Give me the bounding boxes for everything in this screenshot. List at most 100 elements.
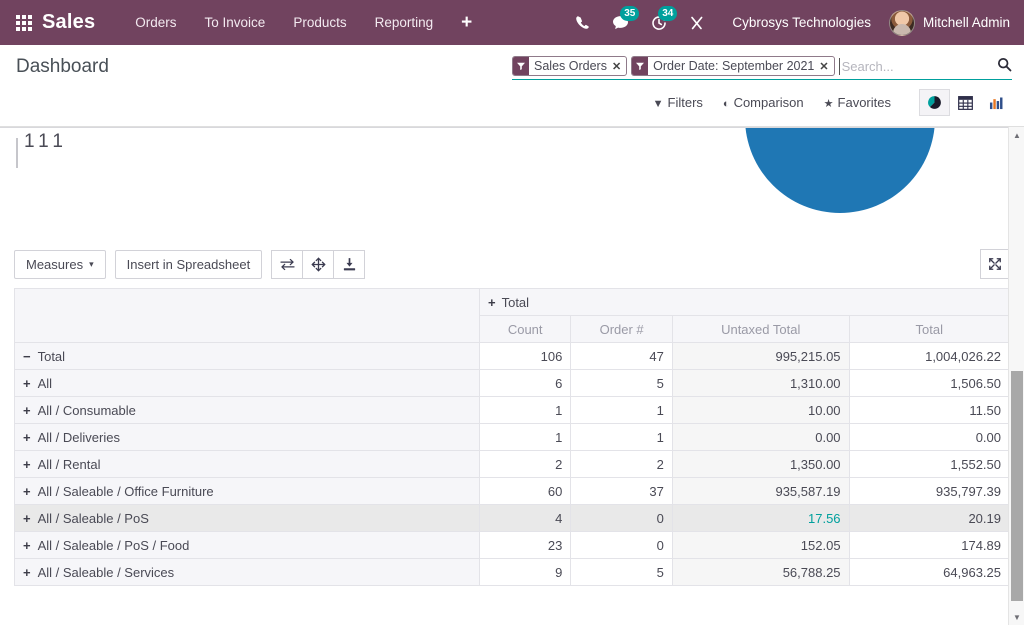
table-row: +All / Saleable / PoS4017.5620.19 — [15, 505, 1010, 532]
pivot-cell[interactable]: 1,506.50 — [849, 370, 1009, 397]
pivot-cell[interactable]: 5 — [571, 559, 673, 586]
expand-plus-icon: + — [23, 430, 31, 445]
messages-icon[interactable]: 35 — [601, 0, 640, 45]
close-icon[interactable]: ✕ — [819, 57, 833, 75]
pivot-table-wrapper: +Total Count Order # Untaxed Total Total… — [0, 279, 1024, 586]
activities-icon[interactable]: 34 — [640, 0, 678, 45]
measure-header-count[interactable]: Count — [480, 316, 571, 343]
scroll-down-arrow-icon[interactable]: ▼ — [1009, 609, 1024, 625]
pivot-table: +Total Count Order # Untaxed Total Total… — [14, 288, 1010, 586]
pivot-row-header[interactable]: +All / Rental — [15, 451, 480, 478]
pivot-cell[interactable]: 935,797.39 — [849, 478, 1009, 505]
avatar — [889, 10, 915, 36]
pivot-cell[interactable]: 56,788.25 — [672, 559, 849, 586]
pivot-cell[interactable]: 995,215.05 — [672, 343, 849, 370]
pivot-cell[interactable]: 1 — [571, 424, 673, 451]
app-brand-sales[interactable]: Sales — [42, 11, 95, 34]
vertical-scrollbar[interactable]: ▲ ▼ — [1008, 127, 1024, 625]
pivot-view-button[interactable] — [950, 89, 981, 116]
pivot-row-header[interactable]: −Total — [15, 343, 480, 370]
pivot-cell[interactable]: 2 — [480, 451, 571, 478]
pivot-cell[interactable]: 5 — [571, 370, 673, 397]
facet-sales-orders[interactable]: Sales Orders ✕ — [512, 56, 627, 76]
pivot-row-header[interactable]: +All / Saleable / Services — [15, 559, 480, 586]
filter-icon: ▼ — [653, 98, 664, 110]
pivot-cell[interactable]: 0.00 — [672, 424, 849, 451]
expand-all-icon[interactable] — [302, 250, 334, 279]
comparison-dropdown[interactable]: ◐Comparison — [713, 93, 814, 112]
measure-header-order-number[interactable]: Order # — [571, 316, 673, 343]
search-input[interactable] — [839, 58, 991, 75]
pivot-row-header[interactable]: +All / Deliveries — [15, 424, 480, 451]
pivot-cell[interactable]: 60 — [480, 478, 571, 505]
table-row: +All / Saleable / Office Furniture603793… — [15, 478, 1010, 505]
download-xlsx-icon[interactable] — [333, 250, 365, 279]
insert-in-spreadsheet-button[interactable]: Insert in Spreadsheet — [115, 250, 263, 279]
measures-button[interactable]: Measures ▾ — [14, 250, 106, 279]
pivot-cell[interactable]: 10.00 — [672, 397, 849, 424]
pivot-cell[interactable]: 47 — [571, 343, 673, 370]
expand-fullscreen-icon[interactable] — [980, 249, 1010, 279]
pivot-cell[interactable]: 1,310.00 — [672, 370, 849, 397]
pivot-cell[interactable]: 17.56 — [672, 505, 849, 532]
user-menu[interactable]: Mitchell Admin — [885, 10, 1010, 36]
pivot-cell[interactable]: 106 — [480, 343, 571, 370]
pivot-cell[interactable]: 0 — [571, 505, 673, 532]
measure-header-total[interactable]: Total — [849, 316, 1009, 343]
nav-item-reporting[interactable]: Reporting — [361, 0, 448, 45]
pivot-cell[interactable]: 174.89 — [849, 532, 1009, 559]
measure-header-untaxed-total[interactable]: Untaxed Total — [672, 316, 849, 343]
list-view-button[interactable] — [981, 89, 1012, 116]
pivot-cell[interactable]: 1,552.50 — [849, 451, 1009, 478]
close-icon[interactable]: ✕ — [612, 57, 626, 75]
pivot-cell[interactable]: 6 — [480, 370, 571, 397]
pivot-cell[interactable]: 2 — [571, 451, 673, 478]
pivot-cell[interactable]: 935,587.19 — [672, 478, 849, 505]
pivot-row-header[interactable]: +All / Saleable / PoS — [15, 505, 480, 532]
pivot-cell[interactable]: 11.50 — [849, 397, 1009, 424]
pivot-cell[interactable]: 0 — [571, 532, 673, 559]
favorites-dropdown[interactable]: ★Favorites — [814, 93, 901, 112]
pivot-cell[interactable]: 64,963.25 — [849, 559, 1009, 586]
nav-item-products[interactable]: Products — [279, 0, 360, 45]
phone-icon[interactable] — [564, 0, 601, 45]
magnifier-icon[interactable] — [991, 57, 1012, 76]
pie-slices[interactable] — [745, 127, 935, 213]
expand-plus-icon: + — [488, 295, 496, 310]
control-panel: Dashboard Sales Orders ✕ Order Date: Sep… — [0, 45, 1024, 127]
pivot-cell[interactable]: 20.19 — [849, 505, 1009, 532]
pivot-cell[interactable]: 1,350.00 — [672, 451, 849, 478]
pivot-cell[interactable]: 9 — [480, 559, 571, 586]
nav-item-to-invoice[interactable]: To Invoice — [191, 0, 280, 45]
apps-grid-icon[interactable] — [16, 15, 32, 31]
pivot-cell[interactable]: 23 — [480, 532, 571, 559]
pivot-row-header[interactable]: +All / Saleable / Office Furniture — [15, 478, 480, 505]
pivot-cell[interactable]: 1 — [480, 424, 571, 451]
pie-chart[interactable] — [745, 127, 935, 213]
pivot-cell[interactable]: 1,004,026.22 — [849, 343, 1009, 370]
pivot-cell[interactable]: 152.05 — [672, 532, 849, 559]
pivot-cell[interactable]: 1 — [571, 397, 673, 424]
company-switcher[interactable]: Cybrosys Technologies — [716, 15, 885, 30]
pivot-cell[interactable]: 37 — [571, 478, 673, 505]
flip-axis-icon[interactable] — [271, 250, 303, 279]
expand-plus-icon: + — [23, 484, 31, 499]
nav-add-icon[interactable]: + — [447, 0, 486, 45]
nav-item-orders[interactable]: Orders — [121, 0, 190, 45]
pivot-row-header[interactable]: +All / Consumable — [15, 397, 480, 424]
star-icon: ★ — [824, 98, 834, 110]
debug-tools-icon[interactable] — [678, 0, 716, 45]
filters-dropdown[interactable]: ▼Filters — [643, 93, 713, 112]
pivot-cell[interactable]: 4 — [480, 505, 571, 532]
pivot-col-total-header[interactable]: +Total — [480, 289, 1010, 316]
scroll-up-arrow-icon[interactable]: ▲ — [1009, 127, 1024, 143]
pivot-row-header[interactable]: +All — [15, 370, 480, 397]
expand-plus-icon: + — [23, 565, 31, 580]
pivot-cell[interactable]: 1 — [480, 397, 571, 424]
expand-plus-icon: + — [23, 457, 31, 472]
pivot-row-header[interactable]: +All / Saleable / PoS / Food — [15, 532, 480, 559]
pivot-cell[interactable]: 0.00 — [849, 424, 1009, 451]
graph-view-button[interactable] — [919, 89, 950, 116]
scrollbar-thumb[interactable] — [1011, 371, 1023, 601]
facet-order-date[interactable]: Order Date: September 2021 ✕ — [631, 56, 834, 76]
